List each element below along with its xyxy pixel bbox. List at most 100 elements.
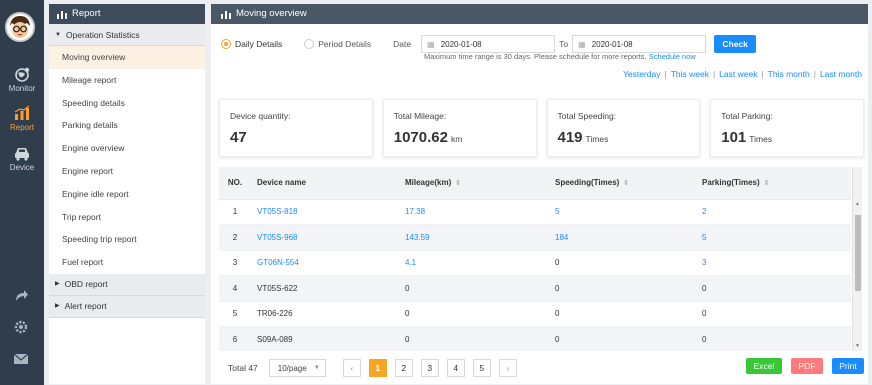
excel-button[interactable]: Excel [746, 358, 782, 374]
menu-item-fuel-report[interactable]: Fuel report [49, 251, 205, 274]
col-no: NO. [219, 167, 251, 200]
car-icon [15, 148, 29, 161]
menu-group-obd-report[interactable]: ▶ OBD report [49, 273, 205, 296]
cell-speeding-link[interactable]: 5 [549, 199, 696, 225]
cell-parking: 0 [696, 275, 851, 302]
col-device-name: Device name [251, 167, 399, 200]
page-size-value: 10/page [277, 363, 307, 373]
quick-last-week[interactable]: Last week [719, 69, 757, 79]
page-button[interactable]: 2 [394, 359, 413, 377]
export-buttons: Excel PDF Print [746, 358, 864, 374]
rail-label-monitor: Monitor [8, 84, 36, 93]
col-speeding-label: Speeding(Times) [555, 178, 620, 188]
range-hint-text: Maximum time range is 30 days. Please sc… [424, 52, 647, 61]
separator: | [813, 69, 816, 79]
menu-item-speeding-details[interactable]: Speeding details [49, 92, 205, 115]
menu-item-engine-overview[interactable]: Engine overview [49, 137, 205, 160]
menu-item-moving-overview[interactable]: Moving overview [49, 46, 205, 69]
cell-speeding: 0 [549, 275, 696, 302]
schedule-now-link[interactable]: Schedule now [649, 52, 696, 61]
page-button[interactable]: 3 [420, 359, 439, 377]
card-value: 47 [230, 129, 247, 146]
prev-page-button[interactable]: ‹ [342, 359, 361, 377]
card-total-mileage: Total Mileage: 1070.62 km [382, 99, 537, 157]
quick-last-month[interactable]: Last month [820, 69, 862, 79]
cell-speeding-link[interactable]: 184 [549, 224, 696, 251]
cell-parking-link[interactable]: 2 [696, 199, 851, 225]
table-row: 1 VT05S-818 17.38 5 2 [219, 199, 851, 225]
col-mileage[interactable]: Mileage(km) ⇕ [399, 167, 549, 200]
table-row: 4 VT05S-622 0 0 0 [219, 275, 851, 302]
quick-this-week[interactable]: This week [671, 69, 709, 79]
col-parking[interactable]: Parking(Times) ⇕ [696, 167, 851, 200]
panel-header: Moving overview [211, 4, 868, 24]
cell-no: 6 [219, 326, 251, 351]
check-button[interactable]: Check [714, 35, 757, 53]
print-button[interactable]: Print [832, 358, 864, 374]
separator: | [664, 69, 667, 79]
col-speeding[interactable]: Speeding(Times) ⇕ [549, 167, 696, 200]
date-from-value: 2020-01-08 [440, 39, 482, 49]
menu-group-label: OBD report [64, 279, 108, 290]
cell-no: 4 [219, 275, 251, 302]
mail-icon[interactable] [12, 350, 30, 368]
menu-item-trip-report[interactable]: Trip report [49, 206, 205, 229]
radio-daily-details[interactable]: Daily Details [221, 39, 282, 49]
report-menu-header: Report [49, 4, 205, 24]
date-to-value: 2020-01-08 [591, 39, 633, 49]
cell-device-link[interactable]: VT05S-968 [251, 224, 399, 251]
rail-item-report[interactable]: Report [0, 105, 44, 132]
table-row: 5 TR06-226 0 0 0 [219, 301, 851, 327]
scroll-down-icon[interactable]: ▼ [855, 343, 860, 349]
menu-item-engine-report[interactable]: Engine report [49, 160, 205, 183]
card-total-speeding: Total Speeding: 419 Times [546, 99, 701, 157]
rail-item-monitor[interactable]: Monitor [0, 66, 44, 93]
card-title: Total Speeding: [557, 111, 617, 121]
quick-yesterday[interactable]: Yesterday [623, 69, 661, 79]
scroll-up-icon[interactable]: ▲ [855, 201, 860, 207]
cell-device-link[interactable]: VT05S-818 [251, 199, 399, 225]
menu-item-speeding-trip-report[interactable]: Speeding trip report [49, 228, 205, 251]
cell-mileage-link[interactable]: 4.1 [399, 250, 549, 276]
cell-parking-link[interactable]: 3 [696, 250, 851, 276]
cell-device: VT05S-622 [251, 275, 399, 302]
avatar[interactable] [5, 12, 35, 42]
cell-mileage-link[interactable]: 17.38 [399, 199, 549, 225]
calendar-icon: ▦ [578, 39, 586, 49]
next-page-button[interactable]: › [498, 359, 517, 377]
cell-mileage-link[interactable]: 143.59 [399, 224, 549, 251]
menu-item-mileage-report[interactable]: Mileage report [49, 69, 205, 92]
cell-no: 2 [219, 224, 251, 251]
date-from-input[interactable]: ▦ 2020-01-08 [421, 35, 556, 53]
cell-device-link[interactable]: GT06N-554 [251, 250, 399, 276]
chart-icon [14, 105, 30, 120]
menu-item-engine-idle-report[interactable]: Engine idle report [49, 183, 205, 206]
cell-no: 1 [219, 199, 251, 225]
page-size-select[interactable]: 10/page ▼ [268, 359, 326, 377]
scrollbar-thumb[interactable] [855, 215, 861, 291]
menu-item-parking-details[interactable]: Parking details [49, 114, 205, 137]
quick-this-month[interactable]: This month [768, 69, 810, 79]
sort-icon[interactable]: ⇕ [455, 179, 461, 187]
sort-icon[interactable]: ⇕ [623, 179, 629, 187]
gear-icon[interactable] [12, 318, 30, 336]
table-scrollbar[interactable]: ▲ ▼ [852, 167, 862, 351]
report-menu-title: Report [72, 8, 101, 19]
share-icon[interactable] [12, 286, 30, 304]
sort-icon[interactable]: ⇕ [764, 179, 770, 187]
rail-item-device[interactable]: Device [0, 145, 44, 172]
calendar-icon: ▦ [427, 39, 435, 49]
overview-table: NO. Device name Mileage(km) ⇕ Speeding(Ti… [219, 167, 861, 351]
menu-group-operation-statistics[interactable]: ▼ Operation Statistics [49, 24, 205, 46]
filter-bar: Daily Details Period Details Date ▦ 2020… [221, 34, 861, 54]
pdf-button[interactable]: PDF [791, 358, 823, 374]
page-button[interactable]: 1 [368, 359, 387, 377]
card-value: 419 [557, 129, 583, 146]
menu-group-alert-report[interactable]: ▶ Alert report [49, 295, 205, 318]
cell-parking-link[interactable]: 5 [696, 224, 851, 251]
date-to-input[interactable]: ▦ 2020-01-08 [572, 35, 707, 53]
radio-period-details[interactable]: Period Details [304, 39, 371, 49]
card-value-wrap: 101 Times [721, 129, 853, 146]
page-button[interactable]: 4 [446, 359, 465, 377]
page-button[interactable]: 5 [472, 359, 491, 377]
